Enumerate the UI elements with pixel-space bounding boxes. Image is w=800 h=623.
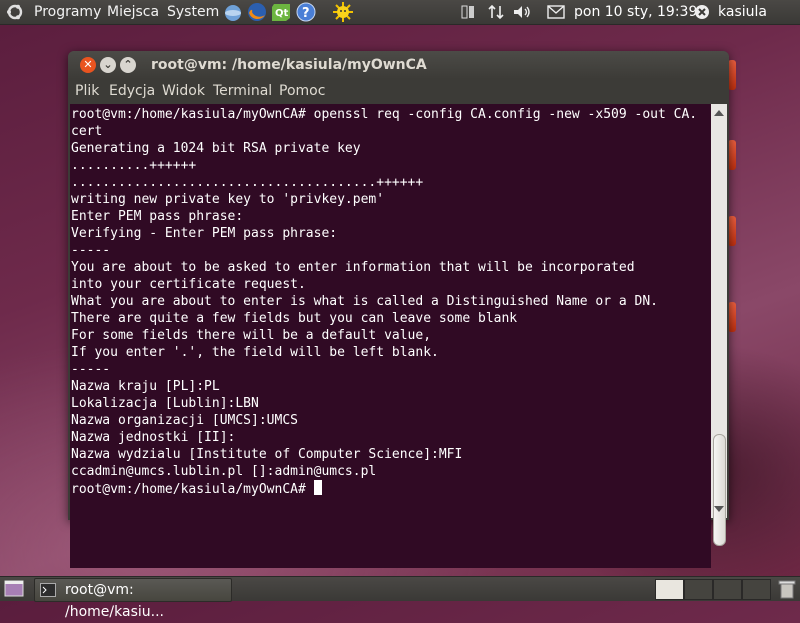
menu-edycja[interactable]: Edycja <box>109 79 155 103</box>
terminal-line: For some fields there will be a default … <box>71 328 432 343</box>
show-desktop-icon[interactable] <box>4 580 24 597</box>
menu-plik[interactable]: Plik <box>75 79 99 103</box>
maximize-icon[interactable]: ⌃ <box>120 57 136 73</box>
terminal-prompt: root@vm:/home/kasiula/myOwnCA# <box>71 482 314 497</box>
terminal-line: Generating a 1024 bit RSA private key <box>71 141 361 156</box>
terminal-line: Lokalizacja [Lublin]:LBN <box>71 396 259 411</box>
terminal-line: If you enter '.', the field will be left… <box>71 345 439 360</box>
menu-widok[interactable]: Widok <box>162 79 205 103</box>
scroll-up-icon[interactable] <box>714 110 724 116</box>
svg-text:Qt: Qt <box>275 8 289 19</box>
workspace-4[interactable] <box>742 579 771 600</box>
qt-icon[interactable]: Qt <box>270 1 292 23</box>
scrollbar[interactable] <box>711 104 727 546</box>
workspace-3[interactable] <box>713 579 742 600</box>
terminal-line: Verifying - Enter PEM pass phrase: <box>71 226 338 241</box>
ubuntu-logo-icon[interactable] <box>6 3 24 21</box>
terminal-line: ccadmin@umcs.lublin.pl []:admin@umcs.pl <box>71 464 377 479</box>
terminal-line: Nazwa wydzialu [Institute of Computer Sc… <box>71 447 463 462</box>
clock[interactable]: pon 10 sty, 19:39 <box>574 0 697 24</box>
workspace-1[interactable] <box>655 579 684 600</box>
terminal-line: ----- <box>71 362 111 377</box>
scrollbar-thumb[interactable] <box>713 434 726 546</box>
session-icon[interactable] <box>694 4 710 20</box>
updown-arrows-icon[interactable] <box>488 4 504 20</box>
sun-icon[interactable] <box>332 1 354 23</box>
terminal-window: ✕ ⌄ ⌃ root@vm: /home/kasiula/myOwnCA Pli… <box>68 51 729 568</box>
desktop-icon[interactable] <box>728 60 736 90</box>
terminal-line: ----- <box>71 243 111 258</box>
desktop-icon[interactable] <box>728 302 736 332</box>
svg-text:?: ? <box>302 6 310 21</box>
menu-programy[interactable]: Programy <box>34 0 101 24</box>
terminal-line: Nazwa kraju [PL]:PL <box>71 379 220 394</box>
trash-icon[interactable] <box>778 579 796 599</box>
terminal-line: What you are about to enter is what is c… <box>71 294 658 309</box>
terminal-icon <box>40 583 56 597</box>
network-icon[interactable] <box>222 1 244 23</box>
minimize-icon[interactable]: ⌄ <box>100 57 116 73</box>
mail-icon[interactable] <box>547 5 565 19</box>
help-icon[interactable]: ? <box>295 1 317 23</box>
menu-terminal[interactable]: Terminal <box>213 79 272 103</box>
menu-miejsca[interactable]: Miejsca <box>107 0 159 24</box>
terminal-line: Enter PEM pass phrase: <box>71 209 244 224</box>
window-menubar: Plik Edycja Widok Terminal Pomoc <box>68 79 729 103</box>
scroll-down-icon[interactable] <box>714 506 724 512</box>
user-name[interactable]: kasiula <box>718 0 767 24</box>
menu-pomoc[interactable]: Pomoc <box>279 79 325 103</box>
firefox-icon[interactable] <box>246 1 268 23</box>
terminal-line: cert <box>71 124 103 139</box>
terminal-line: Nazwa jednostki [II]: <box>71 430 236 445</box>
network-status-icon[interactable] <box>460 4 476 20</box>
terminal-line: writing new private key to 'privkey.pem' <box>71 192 385 207</box>
terminal-line: You are about to be asked to enter infor… <box>71 260 635 275</box>
terminal-cursor <box>313 480 322 495</box>
terminal-line: ..........++++++ <box>71 158 197 173</box>
taskbar-terminal-button[interactable]: root@vm: /home/kasiu... <box>34 578 232 620</box>
bottom-panel: root@vm: /home/kasiu... <box>0 576 800 620</box>
top-panel: Programy Miejsca System Qt ? pon 10 sty,… <box>0 0 800 25</box>
terminal-line: Nazwa organizacji [UMCS]:UMCS <box>71 413 298 428</box>
terminal-text: root@vm:/home/kasiula/myOwnCA# openssl r… <box>71 106 697 498</box>
terminal-line: .......................................+… <box>71 175 424 190</box>
window-titlebar[interactable]: ✕ ⌄ ⌃ root@vm: /home/kasiula/myOwnCA <box>68 51 729 79</box>
terminal-line: root@vm:/home/kasiula/myOwnCA# openssl r… <box>71 107 698 122</box>
terminal-line: into your certificate request. <box>71 277 306 292</box>
volume-icon[interactable] <box>513 4 531 20</box>
desktop-icon[interactable] <box>728 140 736 170</box>
desktop-icon[interactable] <box>728 216 736 246</box>
terminal-line: There are quite a few fields but you can… <box>71 311 518 326</box>
workspace-2[interactable] <box>684 579 713 600</box>
menu-system[interactable]: System <box>167 0 219 24</box>
terminal-output[interactable]: root@vm:/home/kasiula/myOwnCA# openssl r… <box>70 104 711 568</box>
taskbar-terminal-label: root@vm: /home/kasiu... <box>65 582 164 620</box>
window-title: root@vm: /home/kasiula/myOwnCA <box>151 57 427 73</box>
close-icon[interactable]: ✕ <box>80 57 96 73</box>
